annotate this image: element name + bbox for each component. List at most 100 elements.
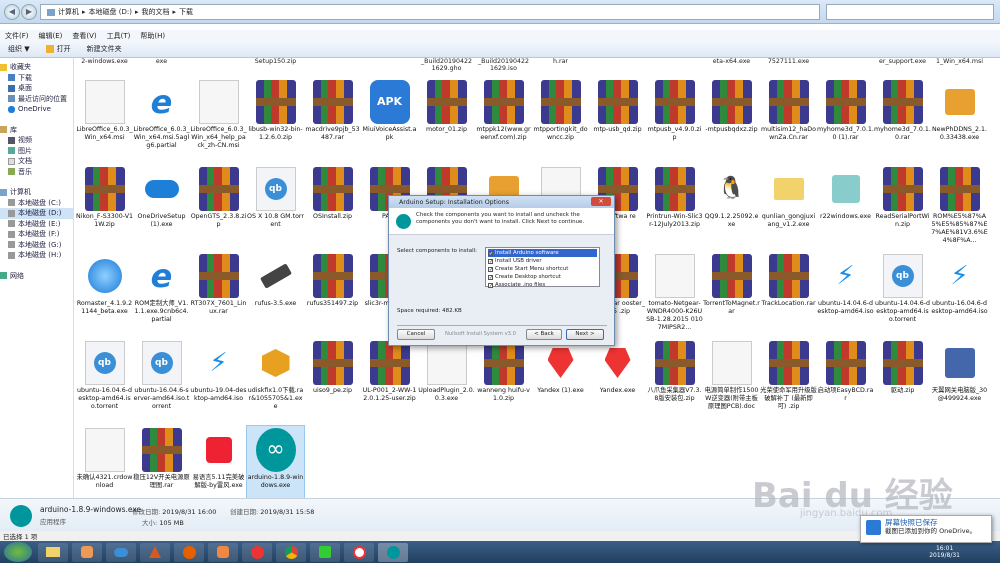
taskbar-firefox[interactable] <box>174 542 204 562</box>
file-item[interactable]: OSInstall.zip <box>304 165 361 250</box>
file-item[interactable]: Nikon_F-S3300-V11W.zip <box>76 165 133 250</box>
nav-item-videos[interactable]: 视频 <box>0 135 73 146</box>
taskbar-media[interactable] <box>72 542 102 562</box>
component-associate-ino[interactable]: ✓ Associate .ino files <box>488 281 597 289</box>
file-item[interactable]: motor_01.zip <box>418 78 475 163</box>
taskbar-chrome[interactable] <box>276 542 306 562</box>
address-bar[interactable]: 计算机 ▸ 本地磁盘 (D:) ▸ 我的文档 ▸ 下载 <box>40 4 820 20</box>
file-label-partial[interactable] <box>190 58 247 72</box>
file-label-partial[interactable]: Setup150.zip <box>247 58 304 72</box>
file-label-partial[interactable]: 7527111.exe <box>760 58 817 72</box>
menu-view[interactable]: 查看(V) <box>72 31 96 41</box>
component-desktop-shortcut[interactable]: ✓ Create Desktop shortcut <box>488 273 597 281</box>
taskbar-baidu[interactable] <box>106 542 136 562</box>
file-label-partial[interactable]: 1_Win_x64.msi <box>931 58 988 72</box>
file-item[interactable]: 易语言5.11完美破解版-by雷风.exe <box>190 426 247 498</box>
nav-libraries[interactable]: 库 <box>0 125 73 136</box>
file-item[interactable]: -mtpusbqdxz.zip <box>703 78 760 163</box>
file-label-partial[interactable] <box>361 58 418 72</box>
file-item[interactable]: mtpusb_v4.9.0.zip <box>646 78 703 163</box>
cancel-button[interactable]: Cancel <box>397 329 435 340</box>
nav-drive-d[interactable]: 本地磁盘 (D:) <box>0 208 73 219</box>
component-start-menu[interactable]: ✓ Create Start Menu shortcut <box>488 265 597 273</box>
file-item[interactable]: Printrun-Win-Slic3r-12July2013.zip <box>646 165 703 250</box>
file-item[interactable]: ubuntu-14.04.6-desktop-amd64.iso <box>817 252 874 337</box>
file-label-partial[interactable] <box>646 58 703 72</box>
file-item[interactable]: ROM%E5%87%A5%E5%85%87%E7%AE%81V3.6%E4%8F… <box>931 165 988 250</box>
next-button[interactable]: Next > <box>566 329 604 340</box>
file-label-partial[interactable]: _Build20190422 1629.iso <box>475 58 532 72</box>
file-item[interactable]: NewPhDDNS_2.1.0.33438.exe <box>931 78 988 163</box>
file-item[interactable]: OS X 10.8 GM.torrent <box>247 165 304 250</box>
checkbox-checked[interactable]: ✓ <box>488 250 493 256</box>
file-item[interactable]: QQ9.1.2.25092.exe <box>703 165 760 250</box>
file-item[interactable]: r22windows.exe <box>817 165 874 250</box>
file-item[interactable]: UL-P001_2-WW-12.0.1.25-user.zip <box>361 339 418 424</box>
file-item[interactable]: rufus351497.zip <box>304 252 361 337</box>
nav-drive-f[interactable]: 本地磁盘 (F:) <box>0 229 73 240</box>
nav-drive-g[interactable]: 本地磁盘 (G:) <box>0 240 73 251</box>
breadcrumb-downloads[interactable]: 下载 <box>179 7 193 17</box>
file-item[interactable]: Yandex (1).exe <box>532 339 589 424</box>
nav-item-onedrive[interactable]: OneDrive <box>0 104 73 115</box>
file-item[interactable]: TorrentToMagnet.rar <box>703 252 760 337</box>
start-button[interactable] <box>4 542 32 562</box>
file-item[interactable]: uiso9_pe.zip <box>304 339 361 424</box>
nav-drive-e[interactable]: 本地磁盘 (E:) <box>0 219 73 230</box>
nav-item-pictures[interactable]: 图片 <box>0 146 73 157</box>
file-item[interactable]: RT307X_7601_Linux.rar <box>190 252 247 337</box>
checkbox-checked[interactable]: ✓ <box>488 274 493 280</box>
file-label-partial[interactable]: er_support.exe <box>874 58 931 72</box>
file-item[interactable]: mtpportingkit_downcc.zip <box>532 78 589 163</box>
file-label-partial[interactable] <box>304 58 361 72</box>
file-item[interactable]: LibreOffice_6.0.3_Win_x64.msi <box>76 78 133 163</box>
file-label-partial[interactable]: _Build20190422 1629.gho <box>418 58 475 72</box>
file-item[interactable]: OneDriveSetup (1).exe <box>133 165 190 250</box>
file-item[interactable]: ubuntu-16.04.6-server-amd64.iso.torrent <box>133 339 190 424</box>
file-item[interactable]: arduino-1.8.9-windows.exe <box>246 425 305 498</box>
file-item[interactable]: Romaster_4.1.9.21144_beta.exe <box>76 252 133 337</box>
nav-item-recent[interactable]: 最近访问的位置 <box>0 94 73 105</box>
file-item[interactable]: ROM定制大师_V1.1.1.exe.9cnb6c4.partial <box>133 252 190 337</box>
breadcrumb-computer[interactable]: 计算机 <box>58 7 79 17</box>
file-item[interactable]: udiskfix1.0下载.rar&1055705&1.exe <box>247 339 304 424</box>
file-item[interactable]: mtppk12(www.greenxf.com).zip <box>475 78 532 163</box>
organize-button[interactable]: 组织 ▼ <box>8 44 30 54</box>
file-label-partial[interactable]: h.rar <box>532 58 589 72</box>
taskbar-app[interactable] <box>208 542 238 562</box>
taskbar-arduino[interactable] <box>378 542 408 562</box>
taskbar-matlab[interactable] <box>140 542 170 562</box>
file-item[interactable]: rufus-3.5.exe <box>247 252 304 337</box>
taskbar-m[interactable] <box>310 542 340 562</box>
file-item[interactable]: 启动项EasyBCD.rar <box>817 339 874 424</box>
breadcrumb-drive[interactable]: 本地磁盘 (D:) <box>89 7 132 17</box>
taskbar-explorer[interactable] <box>38 542 68 562</box>
checkbox-checked[interactable]: ✓ <box>488 258 493 264</box>
nav-item-documents[interactable]: 文档 <box>0 156 73 167</box>
file-item[interactable]: ubuntu-16.04.6-desktop-amd64.iso <box>931 252 988 337</box>
file-item[interactable]: 光荣使命军用升级版破解补丁 (最新即可) .zip <box>760 339 817 424</box>
file-item[interactable]: Yandex.exe <box>589 339 646 424</box>
file-item[interactable]: macdrive9pjb_53487.rar <box>304 78 361 163</box>
file-item[interactable]: ubuntu-19.04-desktop-amd64.iso <box>190 339 247 424</box>
component-usb-driver[interactable]: ✓ Install USB driver <box>488 257 597 265</box>
open-button[interactable]: 打开 <box>45 44 71 54</box>
nav-drive-h[interactable]: 本地磁盘 (H:) <box>0 250 73 261</box>
nav-favorites[interactable]: 收藏夹 <box>0 62 73 73</box>
menu-tools[interactable]: 工具(T) <box>107 31 131 41</box>
file-item[interactable]: myhome3d_7.0.1.0.rar <box>874 78 931 163</box>
file-item[interactable]: TrackLocation.rar <box>760 252 817 337</box>
file-label-partial[interactable] <box>589 58 646 72</box>
file-label-partial[interactable]: exe <box>133 58 190 72</box>
file-label-partial[interactable]: eta-x64.exe <box>703 58 760 72</box>
menu-file[interactable]: 文件(F) <box>5 31 29 41</box>
nav-computer[interactable]: 计算机 <box>0 187 73 198</box>
component-arduino-software[interactable]: ✓ Install Arduino software <box>488 249 597 257</box>
menu-help[interactable]: 帮助(H) <box>140 31 165 41</box>
close-button[interactable]: ✕ <box>591 197 611 206</box>
file-item[interactable]: OpenGTS_2.3.8.zip <box>190 165 247 250</box>
file-item[interactable]: wanneng huifu-v1.0.zip <box>475 339 532 424</box>
file-item[interactable]: LibreOffice_6.0.3_Win_x64_help_pack_zh-C… <box>190 78 247 163</box>
tray-clock[interactable]: 16:01 2019/8/31 <box>929 545 960 559</box>
taskbar-yandex[interactable] <box>344 542 374 562</box>
